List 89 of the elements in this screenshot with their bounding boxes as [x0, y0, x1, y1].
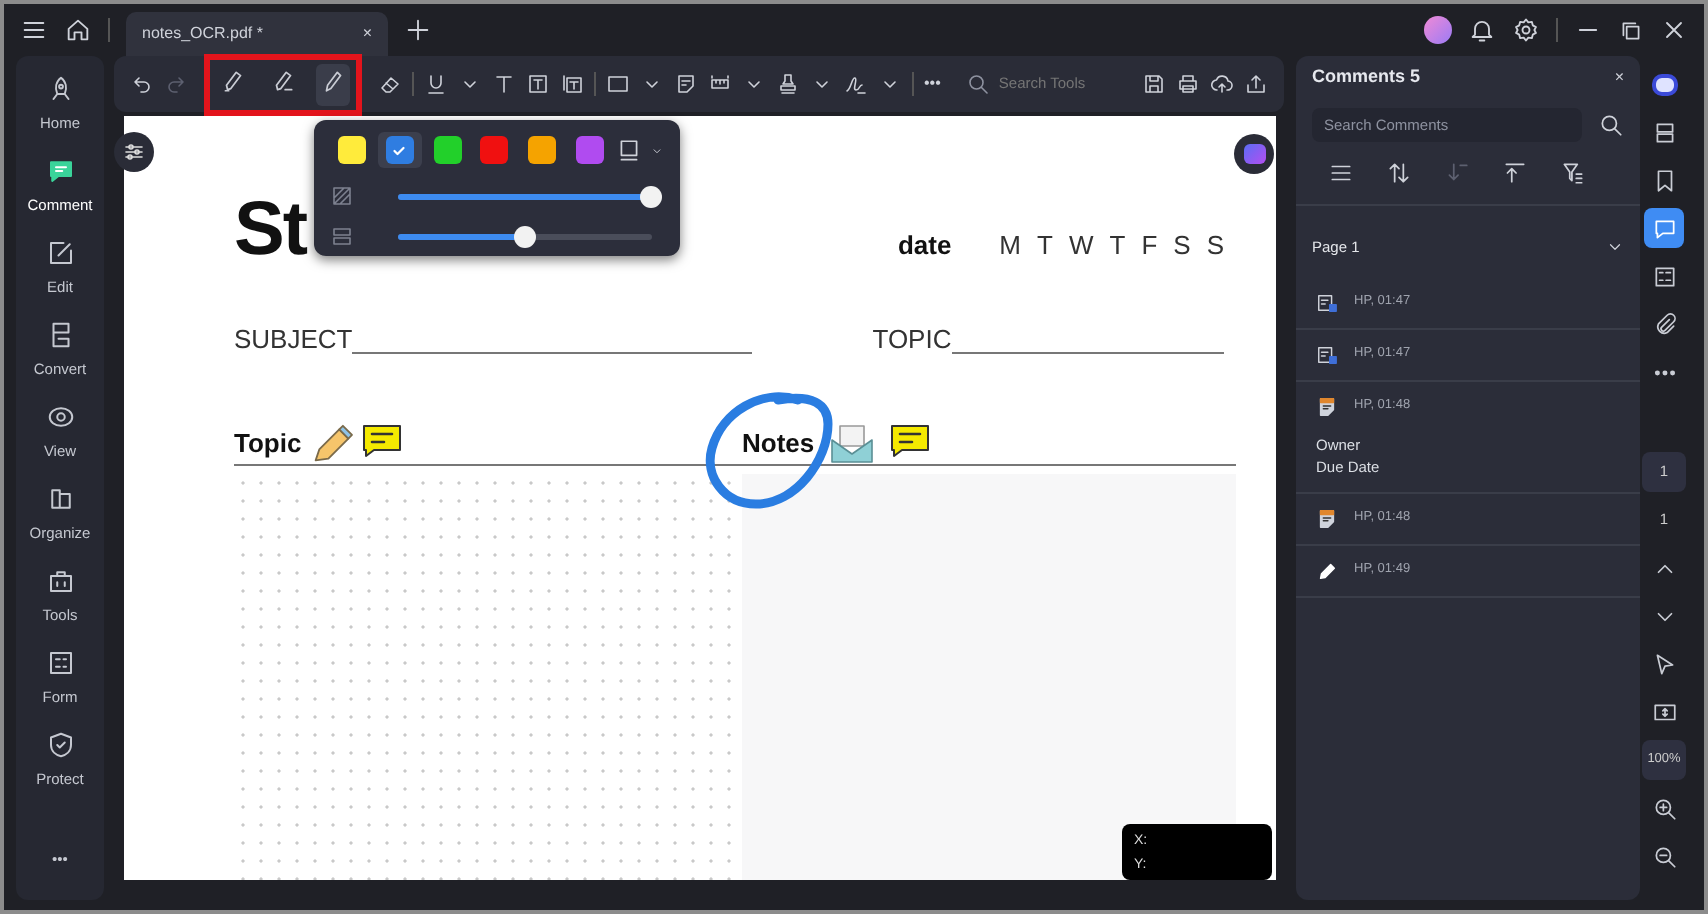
edit-icon	[45, 238, 75, 269]
save-icon[interactable]	[1142, 72, 1166, 96]
text-icon[interactable]	[492, 72, 516, 96]
text-box-icon	[1316, 343, 1338, 365]
tab-title: notes_OCR.pdf *	[142, 21, 263, 45]
bell-icon[interactable]	[1468, 16, 1496, 44]
opacity-icon	[330, 184, 354, 208]
pencil-icon	[320, 67, 346, 93]
print-icon[interactable]	[1176, 72, 1200, 96]
search-icon	[966, 72, 991, 96]
weekday-label: M	[999, 227, 1022, 263]
organize-icon	[45, 484, 75, 515]
weekday-label: T	[1109, 227, 1126, 263]
weekday-label: T	[1037, 227, 1053, 263]
date-label: date	[897, 227, 952, 263]
layout-icon	[1651, 119, 1677, 145]
tool-button[interactable]	[316, 63, 350, 105]
sliders-icon	[122, 140, 146, 164]
color-swatch-button[interactable]	[377, 132, 422, 168]
caret-icon[interactable]	[649, 143, 664, 157]
text-box-icon[interactable]	[526, 72, 550, 96]
comment-icon	[1651, 215, 1677, 241]
filter-icon[interactable]	[1560, 159, 1586, 185]
paperclip-icon	[1651, 311, 1677, 337]
robot-icon	[1651, 73, 1677, 95]
sort-icon[interactable]	[1386, 159, 1412, 185]
more-tools-button[interactable]: •••	[924, 72, 941, 96]
panel-title: Comments 5	[1312, 64, 1421, 90]
border-style-icon[interactable]	[615, 137, 642, 163]
home-icon[interactable]	[64, 16, 92, 44]
shield-icon	[45, 730, 75, 761]
settings-icon[interactable]	[1512, 16, 1540, 44]
note-icon	[1316, 395, 1338, 417]
pencil-icon	[1316, 559, 1338, 581]
weekday-label: W	[1068, 227, 1094, 263]
restore-icon[interactable]	[1618, 17, 1644, 43]
thickness-icon	[330, 224, 354, 248]
slider-thumb[interactable]	[513, 225, 535, 247]
tab-close-button[interactable]: ×	[362, 21, 372, 45]
check-icon	[390, 141, 409, 159]
document-heading: St	[234, 192, 306, 268]
eraser-icon[interactable]	[378, 72, 402, 96]
rectangle-icon[interactable]	[606, 72, 630, 96]
search-icon[interactable]	[1598, 111, 1624, 137]
stamp-icon[interactable]	[776, 72, 800, 96]
text-box-icon	[1316, 291, 1338, 313]
area-highlighter-icon	[270, 67, 296, 93]
form-icon	[45, 648, 75, 679]
weekday-label: S	[1173, 227, 1191, 263]
avatar[interactable]	[1424, 16, 1452, 44]
expand-all-icon[interactable]	[1502, 159, 1528, 185]
cursor-icon	[1651, 651, 1677, 677]
section-heading: Topic	[234, 426, 302, 462]
cloud-upload-icon[interactable]	[1210, 72, 1234, 96]
filter-button[interactable]	[114, 132, 154, 172]
weekday-label: S	[1206, 227, 1224, 263]
highlighter-icon	[220, 67, 246, 93]
field-label: SUBJECT	[234, 322, 353, 358]
share-icon[interactable]	[1244, 72, 1268, 96]
underline-icon[interactable]	[424, 72, 448, 96]
chevron-down-icon	[1606, 238, 1624, 256]
zoom-in-icon	[1651, 795, 1677, 821]
fit-page-icon	[1651, 699, 1677, 725]
comment-button[interactable]	[1644, 208, 1684, 248]
form-icon	[1651, 263, 1677, 289]
eye-icon	[45, 402, 75, 433]
new-tab-icon[interactable]	[404, 16, 432, 44]
note-icon	[1316, 507, 1338, 529]
assistant-button[interactable]	[1234, 134, 1274, 174]
comment-note-icon[interactable]	[361, 423, 402, 457]
comment-note-icon[interactable]	[890, 423, 931, 457]
weekday-label: F	[1141, 227, 1158, 263]
zoom-out-icon	[1651, 843, 1677, 869]
section-heading: Notes	[742, 426, 815, 462]
document-tab[interactable]: notes_OCR.pdf * ×	[126, 11, 388, 55]
note-icon[interactable]	[674, 72, 698, 96]
toolbox-icon	[45, 566, 75, 597]
assistant-icon	[1243, 144, 1265, 164]
close-icon[interactable]	[1660, 16, 1688, 44]
field-label: TOPIC	[872, 322, 952, 358]
envelope-icon	[830, 423, 875, 463]
undo-icon[interactable]	[130, 72, 154, 96]
text-callout-icon[interactable]	[560, 72, 584, 96]
comment-icon	[45, 156, 75, 187]
slider-thumb[interactable]	[640, 185, 662, 207]
menu-icon[interactable]	[20, 16, 48, 44]
panel-close-button[interactable]: ×	[1614, 65, 1624, 90]
pencil-icon	[309, 423, 354, 463]
signature-icon[interactable]	[844, 72, 868, 96]
